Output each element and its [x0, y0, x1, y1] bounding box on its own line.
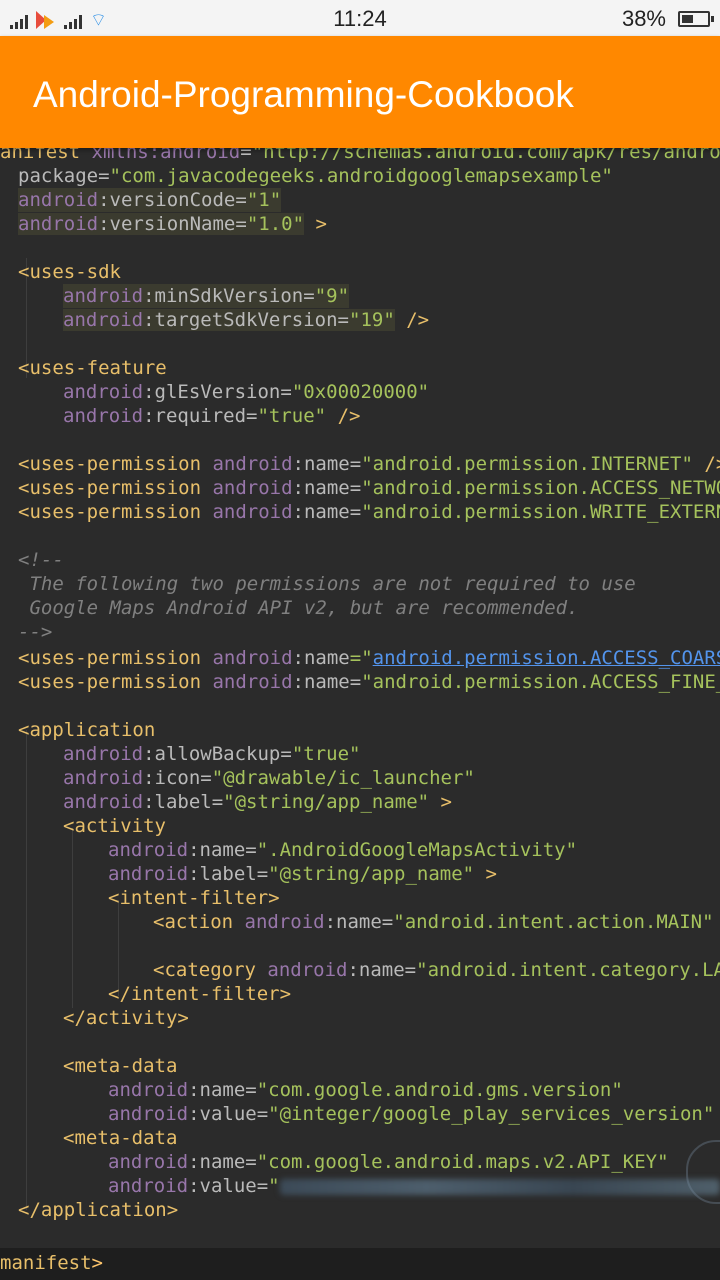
code-line: <uses-permission android:name="android.p… — [18, 477, 720, 499]
code-line: android:glEsVersion="0x00020000" — [63, 381, 430, 403]
code-line: package="com.javacodegeeks.androidgoogle… — [18, 165, 613, 187]
code-line: <uses-permission android:name="android.p… — [18, 501, 720, 523]
app-bar: Android-Programming-Cookbook — [0, 36, 720, 148]
code-line: <application — [18, 719, 156, 741]
code-comment: Google Maps Android API v2, but are reco… — [18, 597, 579, 619]
code-footer: manifest> — [0, 1248, 720, 1280]
battery-icon — [678, 11, 714, 27]
code-line: <intent-filter> — [108, 887, 280, 909]
code-line: android:value="@integer/google_play_serv… — [108, 1103, 715, 1125]
code-line: android:versionCode="1" — [18, 188, 282, 212]
redacted-api-key — [279, 1178, 720, 1195]
code-line: <meta-data — [63, 1055, 178, 1077]
code-line: <activity — [63, 815, 166, 837]
code-line: <uses-permission android:name="android.p… — [18, 647, 720, 669]
code-line: </activity> — [63, 1007, 189, 1029]
code-line: <meta-data — [63, 1127, 178, 1149]
code-line: android:minSdkVersion="9" — [63, 284, 350, 308]
code-comment: --> — [18, 621, 53, 643]
code-line: android:label="@string/app_name" > — [63, 791, 452, 813]
code-line: <uses-permission android:name="android.p… — [18, 671, 720, 693]
code-line: <action android:name="android.intent.act… — [153, 911, 714, 933]
code-line: android:required="true" /> — [63, 405, 361, 427]
code-comment: The following two permissions are not re… — [18, 573, 636, 595]
code-line: android:name=".AndroidGoogleMapsActivity… — [108, 839, 578, 861]
code-line: android:name="com.google.android.maps.v2… — [108, 1151, 669, 1173]
code-line: <uses-feature — [18, 357, 167, 379]
status-time: 11:24 — [333, 6, 387, 31]
code-line: </intent-filter> — [108, 983, 292, 1005]
battery-percent: 38% — [621, 6, 666, 31]
code-line: </application> — [18, 1199, 179, 1221]
code-line: <uses-permission android:name="android.p… — [18, 453, 720, 475]
code-comment: <!-- — [18, 549, 64, 571]
code-line: android:label="@string/app_name" > — [108, 863, 497, 885]
status-bar: ⌔ 11:24 38% — [0, 0, 720, 36]
code-line: <category android:name="android.intent.c… — [153, 959, 720, 981]
code-line: android:versionName="1.0" > — [18, 213, 327, 235]
code-line: android:allowBackup="true" — [63, 743, 361, 765]
code-image: anifest xmlns:android="http://schemas.an… — [0, 140, 720, 1248]
code-line: android:icon="@drawable/ic_launcher" — [63, 767, 475, 789]
code-line: android:targetSdkVersion="19" /> — [63, 309, 430, 331]
code-line: <uses-sdk — [18, 261, 121, 283]
code-line: android:value=" — [108, 1174, 720, 1198]
code-line: android:name="com.google.android.gms.ver… — [108, 1079, 623, 1101]
app-title: Android-Programming-Cookbook — [33, 74, 574, 115]
